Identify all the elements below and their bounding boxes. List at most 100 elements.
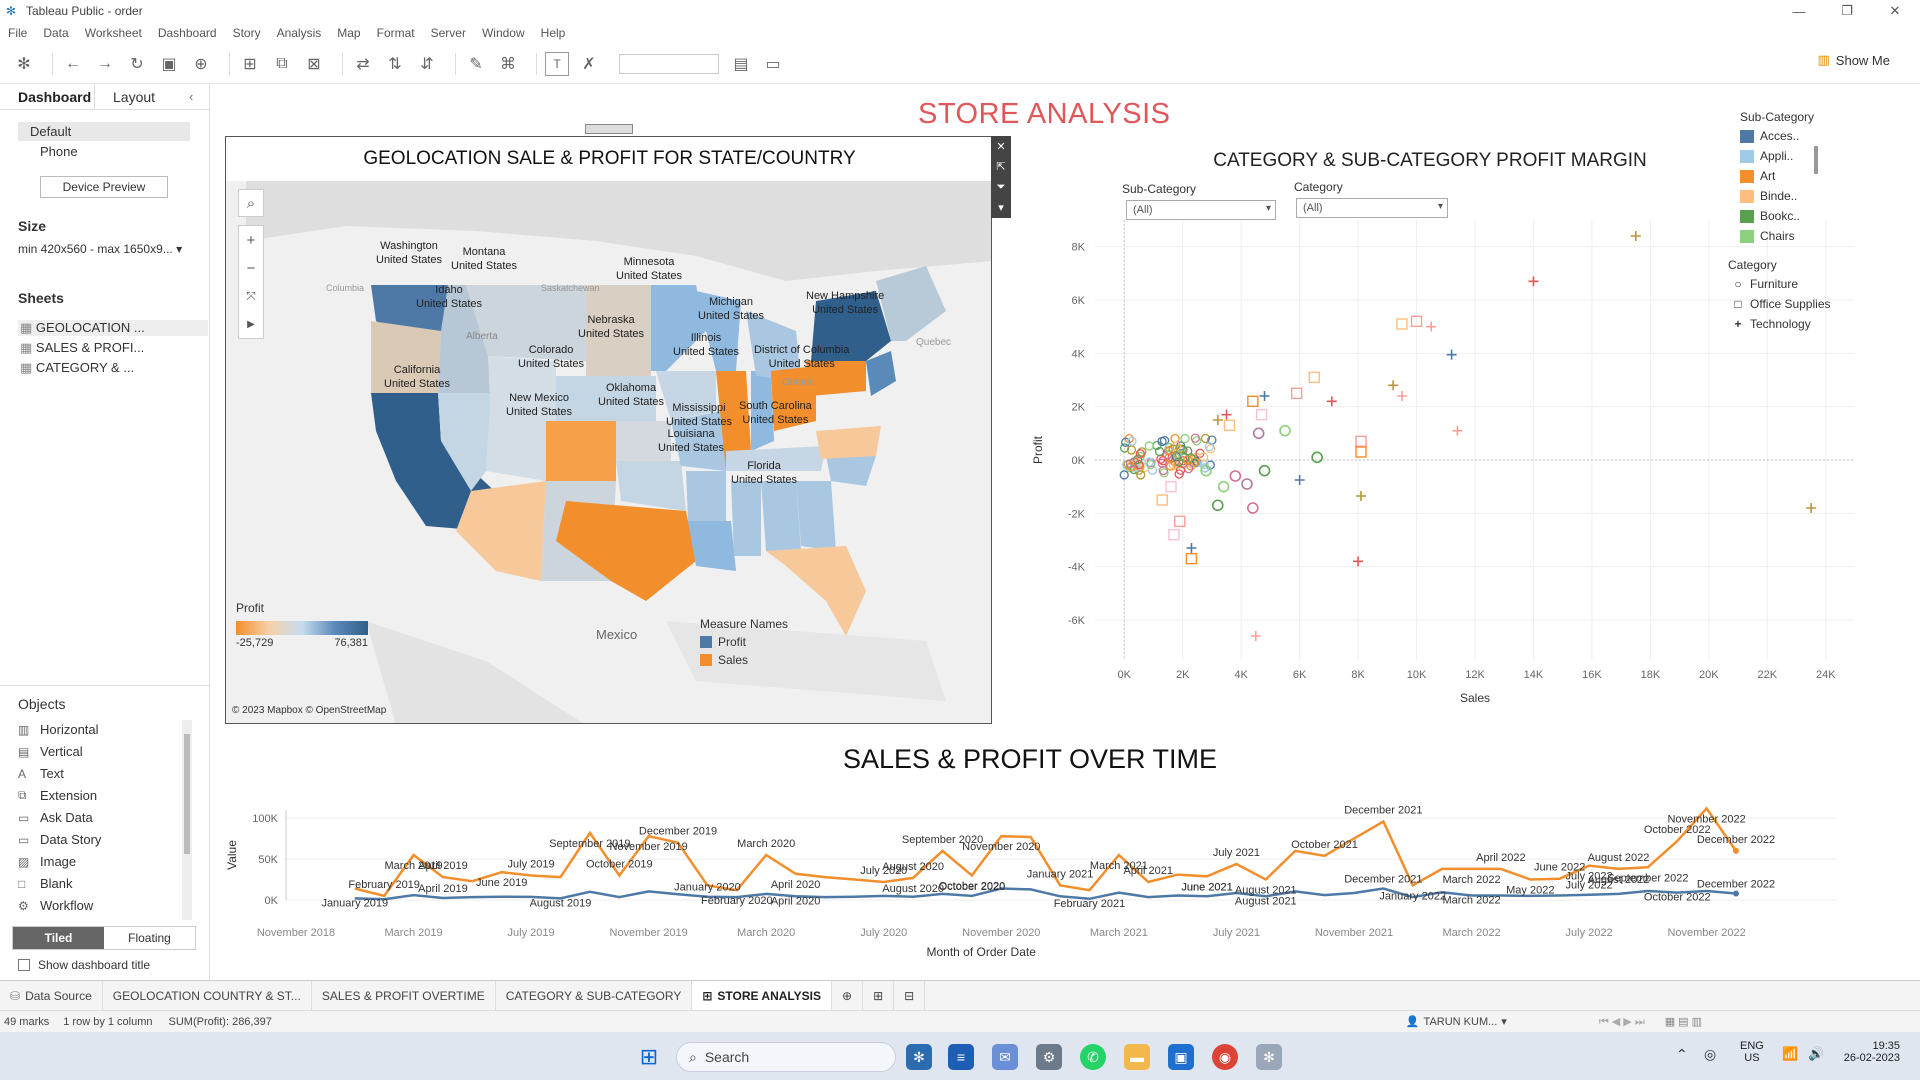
fit-dropdown[interactable] (619, 53, 719, 74)
legend-subcategory-item[interactable]: Art (1740, 166, 1814, 186)
scatter-point[interactable] (1290, 387, 1303, 400)
scatter-point[interactable] (1165, 480, 1177, 493)
scatter-point[interactable] (1630, 231, 1641, 241)
filter-icon[interactable]: ⏷ (997, 181, 1006, 194)
sheet-item-sales-profit[interactable]: ▦ SALES & PROFI... (20, 340, 144, 356)
menu-format[interactable]: Format (377, 26, 415, 40)
wifi-icon[interactable]: 📶 (1782, 1046, 1798, 1062)
object-blank[interactable]: □ Blank (18, 876, 73, 891)
tableau-public-icon[interactable]: ✻ (1256, 1044, 1282, 1070)
duplicate-sheet-icon[interactable]: ⧉ (270, 52, 294, 76)
scatter-point[interactable] (1258, 464, 1271, 477)
show-title-checkbox[interactable]: Show dashboard title (18, 958, 150, 972)
scatter-point[interactable] (1396, 391, 1407, 401)
scatter-point[interactable] (1355, 435, 1367, 448)
presentation-mode-icon[interactable]: ▭ (761, 52, 785, 76)
line-chart[interactable]: 100K 50K 0K Value November 2018 March 2019 Jul… (222, 790, 1862, 975)
scatter-point[interactable] (1308, 371, 1320, 384)
swap-icon[interactable]: ⇄ (351, 52, 375, 76)
language-indicator[interactable]: ENG US (1740, 1040, 1764, 1064)
legend-subcategory-item[interactable]: Binde.. (1740, 186, 1814, 206)
store-app-icon[interactable]: ▣ (1168, 1044, 1194, 1070)
tab-dashboard[interactable]: Dashboard (0, 84, 94, 109)
clock[interactable]: 19:35 26-02-2023 (1836, 1040, 1900, 1064)
new-dashboard-icon[interactable]: ⊞ (863, 980, 895, 1011)
menu-analysis[interactable]: Analysis (277, 26, 322, 40)
new-sheet-icon[interactable]: ⊞ (238, 52, 262, 76)
minimize-button[interactable]: — (1776, 0, 1822, 22)
show-me-button[interactable]: ▥ Show Me (1818, 52, 1891, 68)
menu-worksheet[interactable]: Worksheet (85, 26, 142, 40)
scatter-point[interactable] (1211, 499, 1224, 512)
menu-dashboard[interactable]: Dashboard (158, 26, 217, 40)
object-vertical[interactable]: ▤ Vertical (18, 744, 83, 759)
zoom-in-icon[interactable]: + (239, 226, 263, 254)
object-horizontal[interactable]: ▥ Horizontal (18, 722, 99, 737)
scatter-point[interactable] (1147, 465, 1158, 475)
scatter-point[interactable] (1259, 391, 1270, 401)
settings-icon[interactable]: ⚙ (1036, 1044, 1062, 1070)
sales-series-line[interactable] (354, 806, 1738, 898)
map-search-control[interactable]: ⌕ (238, 189, 264, 217)
scatter-point[interactable] (1452, 425, 1463, 436)
scatter-point[interactable] (1279, 424, 1291, 437)
tab-layout[interactable]: Layout (94, 84, 189, 109)
device-phone[interactable]: Phone (40, 144, 78, 159)
floating-button[interactable]: Floating (104, 927, 195, 949)
scatter-point[interactable] (1294, 475, 1305, 485)
reset-map-icon[interactable]: ⤧ (239, 282, 263, 310)
objects-scrollbar[interactable] (182, 720, 192, 920)
file-explorer-icon[interactable]: ▬ (1124, 1044, 1150, 1070)
show-labels-icon[interactable]: T (545, 51, 569, 76)
device-default[interactable]: Default (18, 122, 190, 141)
view-toggle-icons[interactable]: ▦ ▤ ▥ (1665, 1015, 1702, 1028)
scatter-point[interactable] (1355, 446, 1367, 458)
scatter-point[interactable] (1252, 427, 1265, 440)
scatter-point[interactable] (1168, 528, 1180, 541)
tab-store-analysis[interactable]: ⊞ STORE ANALYSIS (692, 980, 832, 1011)
drag-handle[interactable] (585, 124, 633, 134)
object-data-story[interactable]: ▭ Data Story (18, 832, 101, 847)
scatter-point[interactable] (1446, 349, 1457, 360)
object-text[interactable]: A Text (18, 766, 64, 781)
tableau-home-icon[interactable]: ✻ (12, 52, 36, 76)
scatter-point[interactable] (1223, 419, 1236, 432)
menu-server[interactable]: Server (431, 26, 466, 40)
device-preview-button[interactable]: Device Preview (40, 176, 168, 198)
notes-app-icon[interactable]: ≡ (948, 1044, 974, 1070)
scatter-point[interactable] (1356, 491, 1366, 501)
size-dropdown[interactable]: min 420x560 - max 1650x9... ▾ (18, 242, 182, 256)
legend-subcategory-item[interactable]: Appli.. (1740, 146, 1814, 166)
teams-app-icon[interactable]: ✉ (992, 1044, 1018, 1070)
scatter-point[interactable] (1247, 502, 1259, 514)
scatter-point[interactable] (1229, 470, 1242, 482)
scatter-point[interactable] (1247, 395, 1259, 408)
undo-icon[interactable]: ← (61, 52, 85, 76)
redo-icon[interactable]: → (93, 52, 117, 76)
legend-category-item[interactable]: + Technology (1728, 314, 1831, 334)
tray-app-icon[interactable]: ◎ (1704, 1046, 1716, 1063)
scatter-point[interactable] (1806, 503, 1817, 513)
sort-descending-icon[interactable]: ⇵ (415, 52, 439, 76)
tableau-app-icon[interactable]: ✻ (906, 1044, 932, 1070)
windows-start-icon[interactable]: ⊞ (636, 1044, 662, 1070)
scatter-point[interactable] (1388, 380, 1399, 391)
menu-map[interactable]: Map (337, 26, 360, 40)
object-workflow[interactable]: ⚙ Workflow (18, 898, 93, 913)
new-story-icon[interactable]: ⊟ (894, 980, 926, 1011)
scatter-point[interactable] (1156, 494, 1168, 506)
close-window-button[interactable]: ✕ (1872, 0, 1918, 22)
clear-sheet-icon[interactable]: ⊠ (302, 52, 326, 76)
scatter-point[interactable] (1528, 276, 1539, 287)
replay-icon[interactable]: ↻ (125, 52, 149, 76)
play-arrow-icon[interactable]: ▶ (239, 310, 263, 338)
legend-subcategory-item[interactable]: Chairs (1740, 226, 1814, 246)
menu-data[interactable]: Data (43, 26, 68, 40)
chrome-icon[interactable]: ◉ (1212, 1044, 1238, 1070)
legend-subcategory-item[interactable]: Acces.. (1740, 126, 1814, 146)
go-to-sheet-icon[interactable]: ⇱ (996, 160, 1005, 173)
tab-geolocation[interactable]: GEOLOCATION COUNTRY & ST... (103, 980, 312, 1011)
scatter-point[interactable] (1174, 515, 1186, 528)
maximize-button[interactable]: ❐ (1824, 0, 1870, 22)
tab-data-source[interactable]: ⛁ Data Source (0, 980, 103, 1011)
